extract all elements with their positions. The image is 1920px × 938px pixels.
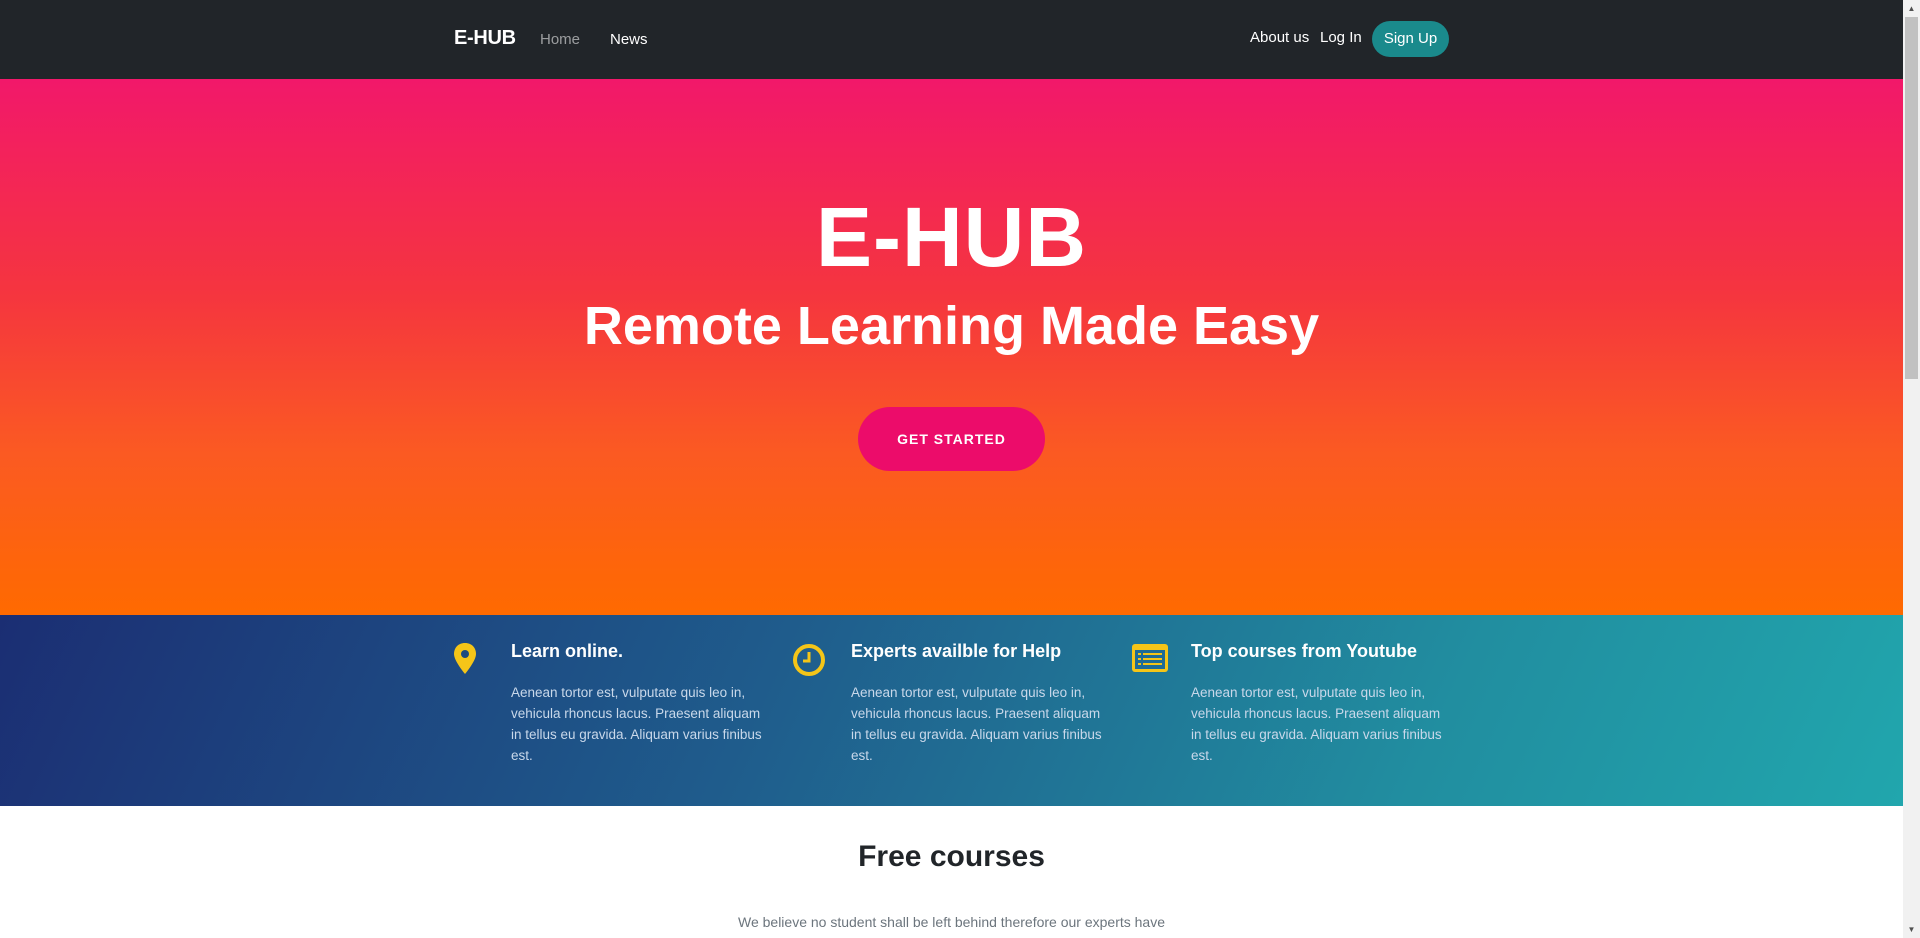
- feature-text: Aenean tortor est, vulputate quis leo in…: [1191, 685, 1442, 763]
- sign-up-button[interactable]: Sign Up: [1372, 21, 1449, 57]
- brand-logo-link[interactable]: E-HUB: [454, 27, 516, 50]
- page-scrollbar[interactable]: ▲ ▼: [1903, 0, 1920, 938]
- navbar: E-HUB Home News About us Log In Sign Up: [0, 0, 1903, 79]
- scroll-up-arrow-icon[interactable]: ▲: [1903, 0, 1920, 17]
- feature-text: Aenean tortor est, vulputate quis leo in…: [511, 685, 762, 763]
- nav-link-about-us[interactable]: About us: [1250, 29, 1309, 46]
- hero-title: E-HUB: [816, 190, 1087, 284]
- hero-section: E-HUB Remote Learning Made Easy GET STAR…: [0, 79, 1903, 615]
- nav-link-log-in[interactable]: Log In: [1320, 29, 1362, 46]
- navbar-inner: E-HUB Home News About us Log In Sign Up: [454, 0, 1449, 79]
- courses-intro: We believe no student shall be left behi…: [737, 914, 1165, 930]
- clock-icon: [792, 641, 828, 677]
- list-card-icon: [1132, 641, 1168, 677]
- feature-title: Top courses from Youtube: [1191, 641, 1418, 661]
- feature-title: Learn online.: [511, 641, 624, 661]
- free-courses-section: Free courses We believe no student shall…: [0, 806, 1903, 938]
- feature-title: Experts availble for Help: [851, 641, 1062, 661]
- features-section: Learn online. Aenean tortor est, vulputa…: [0, 615, 1903, 806]
- nav-link-news[interactable]: News: [610, 31, 648, 48]
- nav-link-home[interactable]: Home: [540, 31, 580, 48]
- hero-subtitle: Remote Learning Made Easy: [583, 296, 1320, 356]
- get-started-button[interactable]: GET STARTED: [858, 407, 1045, 471]
- scrollbar-thumb[interactable]: [1905, 17, 1918, 379]
- map-pin-icon: [452, 641, 488, 677]
- feature-text: Aenean tortor est, vulputate quis leo in…: [851, 685, 1102, 763]
- scroll-down-arrow-icon[interactable]: ▼: [1903, 921, 1920, 938]
- courses-title: Free courses: [858, 840, 1045, 873]
- page: E-HUB Home News About us Log In Sign Up …: [0, 0, 1903, 938]
